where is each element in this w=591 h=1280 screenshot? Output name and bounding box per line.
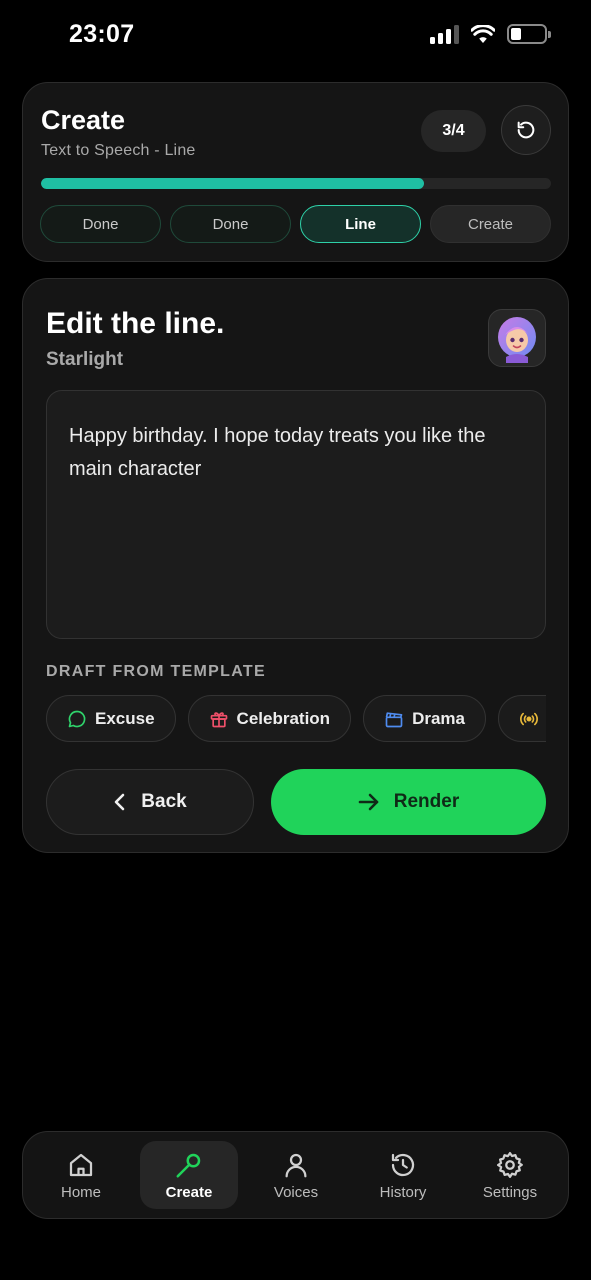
render-button-label: Render bbox=[393, 791, 460, 812]
step-pill-line[interactable]: Line bbox=[300, 205, 421, 243]
reset-button[interactable] bbox=[501, 105, 551, 155]
clapperboard-icon bbox=[384, 709, 404, 729]
person-icon bbox=[281, 1150, 311, 1180]
status-bar: 23:07 bbox=[0, 0, 591, 70]
page-title: Create bbox=[41, 105, 126, 135]
step-pill-done[interactable]: Done bbox=[170, 205, 291, 243]
gift-icon bbox=[209, 709, 229, 729]
chat-bubble-icon bbox=[67, 709, 87, 729]
template-chip-label: Drama bbox=[412, 708, 465, 728]
microphone-icon bbox=[174, 1150, 204, 1180]
template-chip-label: Celebration bbox=[236, 708, 331, 728]
tab-settings[interactable]: Settings bbox=[461, 1141, 559, 1209]
tab-history[interactable]: History bbox=[354, 1141, 452, 1209]
template-chips: Excuse Celebration Drama U bbox=[46, 695, 546, 743]
page-subtitle: Text to Speech - Line bbox=[41, 142, 196, 159]
gear-icon bbox=[495, 1150, 525, 1180]
voice-name: Starlight bbox=[46, 349, 124, 370]
cellular-signal-icon bbox=[430, 24, 459, 44]
status-time: 23:07 bbox=[69, 20, 135, 48]
status-icons bbox=[430, 24, 551, 44]
chevron-left-icon bbox=[114, 793, 125, 811]
template-chip-drama[interactable]: Drama bbox=[363, 695, 486, 742]
create-header-card: Create Text to Speech - Line 3/4 Done Don… bbox=[22, 82, 569, 262]
step-pill-create[interactable]: Create bbox=[430, 205, 551, 243]
avatar-portrait-icon bbox=[498, 317, 536, 363]
progress-fill bbox=[41, 178, 424, 189]
arrow-right-icon bbox=[358, 793, 379, 811]
wifi-icon bbox=[471, 24, 495, 43]
tab-label: Settings bbox=[482, 1183, 538, 1201]
template-section-label: DRAFT FROM TEMPLATE bbox=[46, 663, 266, 680]
back-button[interactable]: Back bbox=[46, 769, 254, 835]
refresh-icon bbox=[517, 121, 535, 139]
template-chip-u[interactable]: U bbox=[498, 695, 546, 742]
broadcast-icon bbox=[519, 709, 539, 729]
edit-line-card: Edit the line. Starlight Happy birthday.… bbox=[22, 278, 569, 853]
home-icon bbox=[66, 1150, 96, 1180]
tab-create[interactable]: Create bbox=[140, 1141, 238, 1209]
line-text-input[interactable]: Happy birthday. I hope today treats you … bbox=[46, 390, 546, 639]
tab-label: Create bbox=[165, 1183, 213, 1201]
battery-icon bbox=[507, 24, 551, 44]
bottom-tab-bar: Home Create Voices History Settings bbox=[22, 1131, 569, 1219]
step-counter-badge: 3/4 bbox=[421, 110, 486, 152]
tab-voices[interactable]: Voices bbox=[247, 1141, 345, 1209]
back-button-label: Back bbox=[141, 791, 187, 812]
edit-title: Edit the line. bbox=[46, 307, 225, 340]
step-pill-done[interactable]: Done bbox=[40, 205, 161, 243]
voice-avatar[interactable] bbox=[488, 309, 546, 367]
template-chip-celebration[interactable]: Celebration bbox=[187, 695, 352, 742]
progress-bar bbox=[41, 178, 551, 189]
tab-home[interactable]: Home bbox=[32, 1141, 130, 1209]
history-icon bbox=[388, 1150, 418, 1180]
render-button[interactable]: Render bbox=[271, 769, 546, 835]
tab-label: History bbox=[379, 1183, 427, 1201]
tab-label: Voices bbox=[273, 1183, 319, 1201]
step-pills: Done Done Line Create bbox=[40, 205, 551, 243]
template-chip-excuse[interactable]: Excuse bbox=[46, 695, 176, 742]
template-chip-label: Excuse bbox=[95, 708, 155, 728]
tab-label: Home bbox=[60, 1183, 101, 1201]
